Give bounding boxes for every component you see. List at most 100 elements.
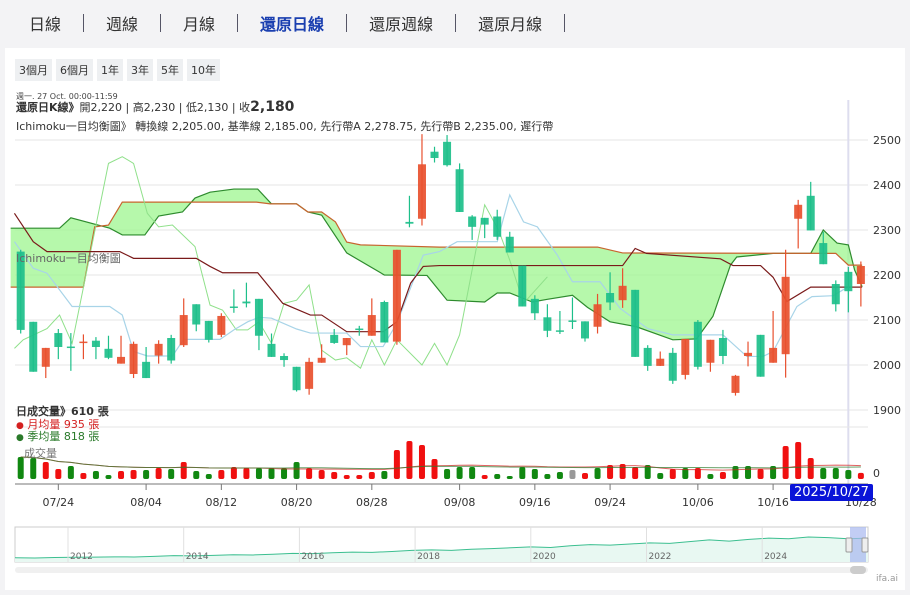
candle-body (254, 298, 263, 336)
x-tick-label: 10/06 (682, 496, 714, 509)
volume-series-label: 成交量 (24, 447, 57, 460)
volume-bar (143, 470, 150, 479)
watermark: ifa.ai (875, 574, 898, 584)
volume-bar (569, 470, 576, 479)
candle (405, 195, 414, 228)
volume-bar (105, 475, 112, 479)
candle (192, 304, 201, 332)
candle (430, 146, 439, 163)
candle-body (267, 343, 276, 357)
volume-bar (481, 475, 488, 479)
candle (806, 181, 815, 231)
open-value: 開2,220 (79, 101, 123, 114)
volume-bar (556, 472, 563, 479)
close-label: 收 (239, 101, 251, 114)
volume-bar (306, 468, 313, 479)
candle (631, 289, 640, 357)
close-value: 2,180 (250, 99, 295, 115)
navigator-handle[interactable] (861, 537, 869, 553)
candle-body (781, 276, 790, 355)
candle-body (568, 320, 577, 322)
green-dot-icon: ● (16, 433, 24, 443)
volume-bar (281, 468, 288, 479)
candle (643, 345, 652, 371)
candle-body (330, 334, 339, 343)
candle-body (430, 151, 439, 158)
volume-bar (506, 476, 513, 479)
volume-bar (544, 474, 551, 479)
candle (530, 295, 539, 320)
candle-body (229, 306, 238, 308)
candle-body (317, 357, 326, 363)
ichimoku-series-label: Ichimoku一目均衡圖 (16, 252, 121, 265)
candle (518, 265, 527, 307)
navigator-year-label: 2012 (70, 552, 93, 562)
volume-bar (832, 468, 839, 479)
y-tick-label: 2400 (873, 179, 901, 192)
volume-bar (418, 445, 425, 479)
volume-bar (243, 468, 250, 479)
candle-body (555, 330, 564, 332)
candle-body (104, 348, 113, 358)
candle-body (530, 298, 539, 314)
volume-bar (368, 472, 375, 479)
candle (355, 325, 364, 336)
candle (480, 217, 489, 239)
volume-bar (632, 467, 639, 479)
candle (505, 231, 514, 253)
candle (856, 261, 865, 307)
volume-bar (118, 471, 125, 479)
candle-body (280, 356, 289, 361)
x-tick-label: 08/20 (281, 496, 313, 509)
volume-bar (845, 470, 852, 479)
navigator-year-label: 2016 (301, 552, 324, 562)
candle-body (242, 301, 251, 304)
navigator-handle[interactable] (845, 537, 853, 553)
stock-chart[interactable]: 2500 2400 2300 2200 2100 2000 1900 0 07/24 08/04 0… (0, 0, 910, 595)
candle (41, 347, 50, 379)
volume-bar (795, 442, 802, 479)
volume-bar (193, 471, 200, 479)
candle (731, 374, 740, 396)
volume-bar (406, 441, 413, 479)
candle (217, 313, 226, 338)
candle (254, 298, 263, 351)
candle-body (179, 315, 188, 346)
volume-bar (519, 467, 526, 479)
candle (91, 337, 100, 360)
candle (706, 339, 715, 372)
candle (392, 249, 401, 345)
candle-body (367, 315, 376, 336)
ichimoku-cloud (10, 189, 863, 340)
y-tick-label: 2100 (873, 314, 901, 327)
candle (543, 304, 552, 338)
volume-bar (393, 450, 400, 479)
candle-body (41, 347, 50, 367)
volume-bar (782, 446, 789, 479)
candle-body (744, 352, 753, 356)
y-tick-label: 2300 (873, 224, 901, 237)
candle-body (706, 339, 715, 363)
candle-body (392, 249, 401, 342)
scrollbar-thumb[interactable] (850, 566, 866, 574)
volume-bar (130, 470, 137, 479)
volume-bar (92, 471, 99, 479)
candle (242, 282, 251, 308)
candle (167, 334, 176, 364)
candle-body (204, 320, 213, 340)
volume-bar (55, 469, 62, 479)
candle (831, 280, 840, 312)
candle (267, 333, 276, 357)
navigator-year-label: 2024 (764, 552, 787, 562)
volume-bar (381, 471, 388, 479)
y-tick-label: 1900 (873, 404, 901, 417)
candle-body (844, 271, 853, 292)
date-tooltip: 2025/10/27 (790, 484, 873, 501)
y-tick-label: 2500 (873, 134, 901, 147)
candle (342, 338, 351, 356)
candle (367, 298, 376, 336)
candle-body (518, 265, 527, 307)
volume-bar (180, 462, 187, 479)
candle (468, 215, 477, 240)
volume-bar (582, 473, 588, 479)
